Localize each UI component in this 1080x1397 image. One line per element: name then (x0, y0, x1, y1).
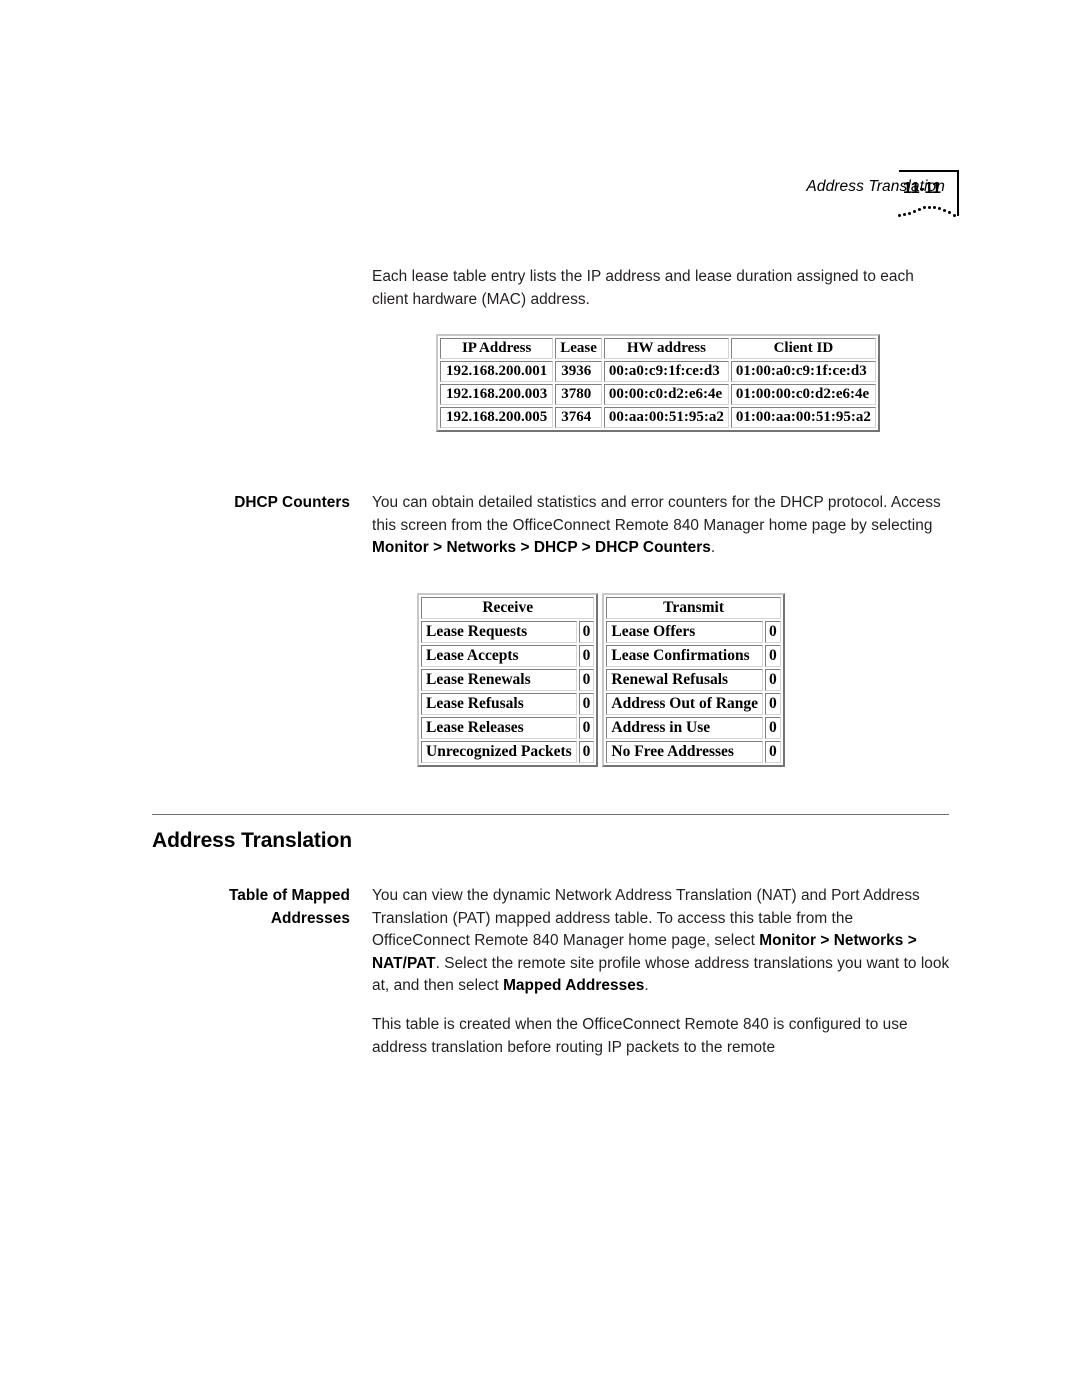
table-row: Renewal Refusals 0 (606, 669, 781, 691)
table-row: Lease Refusals 0 (421, 693, 595, 715)
counter-value: 0 (764, 717, 781, 739)
cell-ip-address: 192.168.200.003 (440, 384, 554, 405)
counter-value: 0 (578, 693, 595, 715)
table-row: Address Out of Range 0 (606, 693, 781, 715)
section-divider-rule (152, 814, 949, 815)
transmit-title: Transmit (606, 597, 781, 619)
receive-title: Receive (421, 597, 595, 619)
counter-label: Renewal Refusals (606, 669, 763, 691)
table-row: Address in Use 0 (606, 717, 781, 739)
counter-label: No Free Addresses (606, 741, 763, 763)
counter-value: 0 (764, 693, 781, 715)
counter-value: 0 (578, 717, 595, 739)
column-header-lease: Lease (555, 338, 602, 359)
table-row: Unrecognized Packets 0 (421, 741, 595, 763)
table-row: Lease Releases 0 (421, 717, 595, 739)
dhcp-counters-menu-path: Monitor > Networks > DHCP > DHCP Counter… (372, 539, 711, 557)
counter-label: Lease Confirmations (606, 645, 763, 667)
column-header-ip-address: IP Address (440, 338, 554, 359)
cell-hw-address: 00:00:c0:d2:e6:4e (603, 384, 729, 405)
mapped-addresses-paragraph: You can view the dynamic Network Address… (372, 885, 954, 998)
counter-value: 0 (764, 621, 781, 643)
mapped-addresses-text-e: . (644, 977, 649, 995)
counter-label: Lease Offers (606, 621, 763, 643)
column-header-client-id: Client ID (730, 338, 876, 359)
table-row: Lease Confirmations 0 (606, 645, 781, 667)
counter-label: Unrecognized Packets (421, 741, 577, 763)
table-row: Lease Requests 0 (421, 621, 595, 643)
counter-value: 0 (764, 669, 781, 691)
side-label-table-of-mapped-addresses: Table of Mapped Addresses (228, 887, 350, 927)
page-title: Address Translation (152, 829, 352, 852)
cell-client-id: 01:00:aa:00:51:95:a2 (730, 407, 876, 428)
counter-label: Lease Releases (421, 717, 577, 739)
mapped-addresses-text-c: . Select the remote site profile whose a… (372, 954, 950, 995)
mapped-addresses-option: Mapped Addresses (503, 977, 645, 995)
cell-lease: 3764 (555, 407, 602, 428)
cell-hw-address: 00:a0:c9:1f:ce:d3 (603, 361, 729, 382)
counter-label: Lease Requests (421, 621, 577, 643)
dhcp-counters-receive-table: Receive Lease Requests 0 Lease Accepts 0… (417, 593, 599, 767)
dhcp-counters-paragraph-end: . (710, 539, 716, 557)
cell-client-id: 01:00:a0:c9:1f:ce:d3 (730, 361, 876, 382)
dhcp-counters-transmit-table: Transmit Lease Offers 0 Lease Confirmati… (602, 593, 785, 767)
column-header-hw-address: HW address (603, 338, 729, 359)
dhcp-lease-table: IP Address Lease HW address Client ID 19… (436, 334, 880, 432)
page-running-header: Address Translation 11-11 (0, 170, 1080, 228)
cell-lease: 3780 (555, 384, 602, 405)
counter-value: 0 (578, 741, 595, 763)
table-header-row: IP Address Lease HW address Client ID (440, 338, 876, 359)
table-row: 192.168.200.005 3764 00:aa:00:51:95:a2 0… (440, 407, 876, 428)
dhcp-counters-paragraph-text: You can obtain detailed statistics and e… (372, 494, 941, 534)
counter-value: 0 (764, 645, 781, 667)
counter-value: 0 (578, 621, 595, 643)
counter-value: 0 (578, 669, 595, 691)
table-row: Lease Renewals 0 (421, 669, 595, 691)
cell-ip-address: 192.168.200.005 (440, 407, 554, 428)
table-row: No Free Addresses 0 (606, 741, 781, 763)
dhcp-counters-paragraph: You can obtain detailed statistics and e… (372, 492, 952, 560)
header-dot-decoration (898, 206, 956, 220)
cell-client-id: 01:00:00:c0:d2:e6:4e (730, 384, 876, 405)
mapped-addresses-paragraph-2: This table is created when the OfficeCon… (372, 1016, 908, 1056)
counter-label: Lease Accepts (421, 645, 577, 667)
table-row: Lease Offers 0 (606, 621, 781, 643)
counter-value: 0 (578, 645, 595, 667)
counter-label: Lease Renewals (421, 669, 577, 691)
counter-label: Lease Refusals (421, 693, 577, 715)
table-row: Lease Accepts 0 (421, 645, 595, 667)
intro-paragraph: Each lease table entry lists the IP addr… (372, 268, 914, 308)
cell-ip-address: 192.168.200.001 (440, 361, 554, 382)
page-number: 11-11 (903, 180, 941, 197)
table-row: 192.168.200.003 3780 00:00:c0:d2:e6:4e 0… (440, 384, 876, 405)
table-header-row: Transmit (606, 597, 781, 619)
counter-value: 0 (764, 741, 781, 763)
cell-hw-address: 00:aa:00:51:95:a2 (603, 407, 729, 428)
dhcp-counters-table: Receive Lease Requests 0 Lease Accepts 0… (417, 593, 785, 767)
table-header-row: Receive (421, 597, 595, 619)
counter-label: Address Out of Range (606, 693, 763, 715)
counter-label: Address in Use (606, 717, 763, 739)
table-row: 192.168.200.001 3936 00:a0:c9:1f:ce:d3 0… (440, 361, 876, 382)
side-label-dhcp-counters: DHCP Counters (234, 494, 350, 511)
cell-lease: 3936 (555, 361, 602, 382)
